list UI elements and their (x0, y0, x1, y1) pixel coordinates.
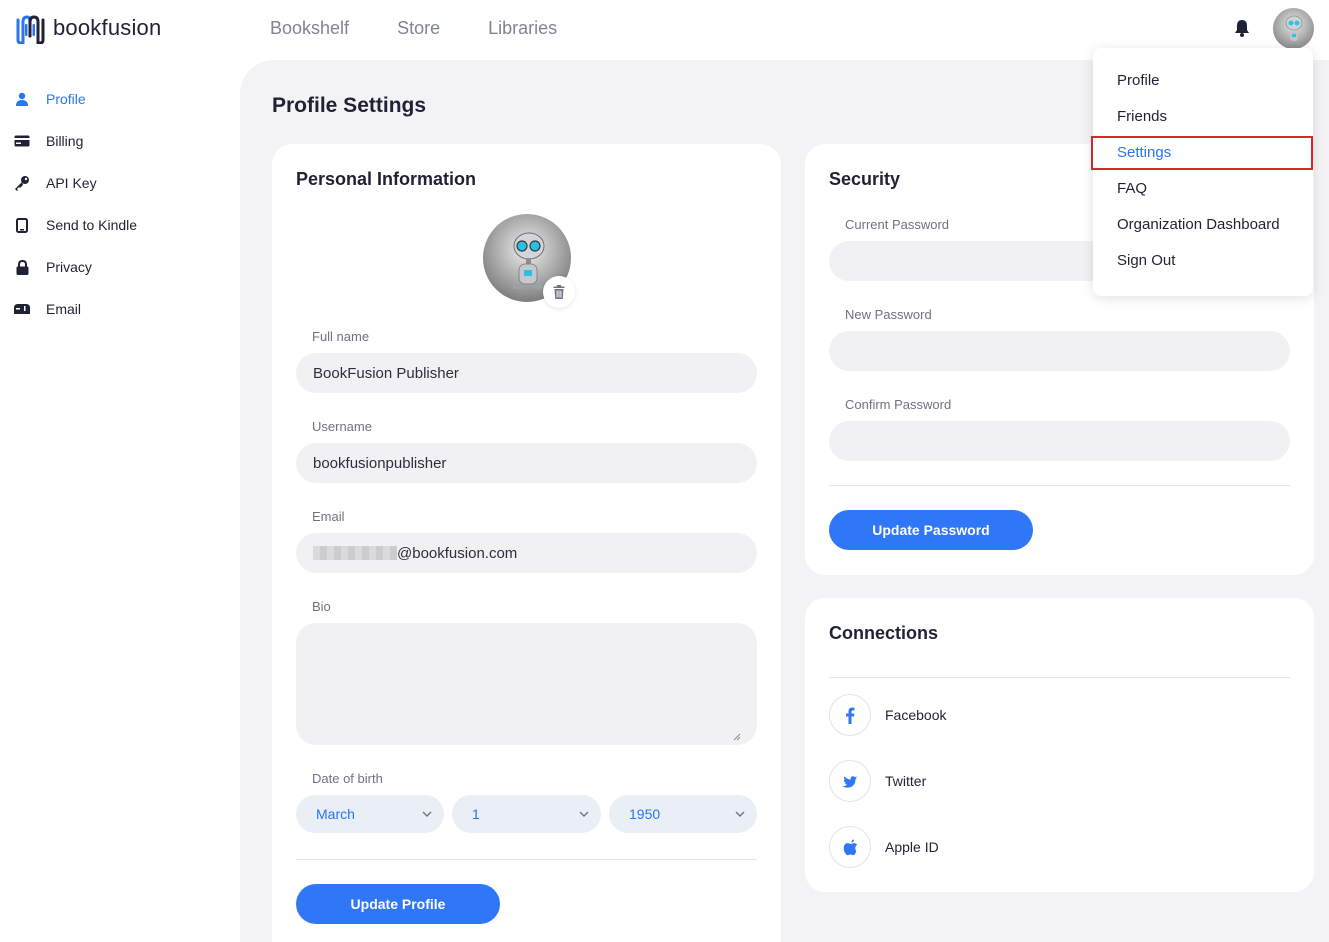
connection-facebook[interactable]: Facebook (829, 694, 946, 736)
nav-bookshelf[interactable]: Bookshelf (270, 18, 349, 39)
bio-textarea[interactable] (296, 623, 757, 745)
mailbox-icon (14, 301, 30, 317)
dob-month-value: March (316, 806, 355, 822)
settings-highlight-box (1091, 136, 1313, 170)
confirm-password-label: Confirm Password (845, 397, 952, 412)
personal-information-card: Personal Information Full name BookFusio… (272, 144, 781, 942)
connection-apple-id[interactable]: Apple ID (829, 826, 939, 868)
connection-label: Twitter (885, 773, 927, 789)
email-redacted-block (313, 546, 397, 560)
tablet-icon (14, 217, 30, 233)
dob-month-select[interactable]: March (296, 795, 444, 833)
divider (829, 485, 1290, 486)
sidebar-item-send-to-kindle[interactable]: Send to Kindle (14, 204, 224, 246)
email-value: @bookfusion.com (397, 544, 518, 562)
sidebar-item-email[interactable]: Email (14, 288, 224, 330)
sidebar-item-label: Privacy (46, 259, 92, 275)
sidebar-item-label: Email (46, 301, 82, 317)
dob-day-select[interactable]: 1 (452, 795, 601, 833)
trash-icon (553, 285, 565, 299)
chevron-down-icon (579, 811, 589, 817)
current-password-label: Current Password (845, 217, 950, 232)
credit-card-icon (14, 133, 30, 149)
top-navigation: Bookshelf Store Libraries (270, 18, 557, 39)
chevron-down-icon (422, 811, 432, 817)
card-title: Connections (829, 623, 939, 643)
full-name-value: BookFusion Publisher (313, 364, 459, 382)
card-title: Personal Information (296, 169, 477, 189)
resize-handle-icon[interactable] (733, 733, 741, 741)
dob-year-select[interactable]: 1950 (609, 795, 757, 833)
sidebar-item-label: API Key (46, 175, 97, 191)
menu-item-organization-dashboard[interactable]: Organization Dashboard (1117, 216, 1280, 233)
connection-label: Facebook (885, 707, 947, 723)
email-input[interactable]: @bookfusion.com (296, 533, 757, 573)
update-profile-button[interactable]: Update Profile (296, 884, 500, 924)
update-password-button[interactable]: Update Password (829, 510, 1033, 550)
date-of-birth-label: Date of birth (312, 771, 383, 786)
connection-twitter[interactable]: Twitter (829, 760, 926, 802)
sidebar-item-privacy[interactable]: Privacy (14, 246, 224, 288)
notifications-bell-icon[interactable] (1232, 18, 1252, 38)
divider (829, 677, 1290, 678)
full-name-input[interactable]: BookFusion Publisher (296, 353, 757, 393)
user-avatar-menu-toggle[interactable] (1273, 8, 1314, 49)
apple-icon (829, 826, 871, 868)
dob-day-value: 1 (472, 806, 480, 822)
username-value: bookfusionpublisher (313, 454, 447, 472)
username-label: Username (312, 419, 372, 434)
sidebar-item-api-key[interactable]: API Key (14, 162, 224, 204)
new-password-input[interactable] (829, 331, 1290, 371)
connections-card: Connections Facebook Twitter Apple ID (805, 598, 1314, 892)
page-title: Profile Settings (272, 94, 427, 117)
menu-item-faq[interactable]: FAQ (1117, 180, 1147, 197)
sidebar-item-billing[interactable]: Billing (14, 120, 224, 162)
sidebar-item-profile[interactable]: Profile (14, 78, 224, 120)
bio-label: Bio (312, 599, 331, 614)
email-label: Email (312, 509, 345, 524)
profile-avatar[interactable] (483, 214, 575, 308)
nav-store[interactable]: Store (397, 18, 440, 39)
lock-icon (14, 259, 30, 275)
user-menu-dropdown: Profile Friends Settings FAQ Organizatio… (1091, 48, 1313, 296)
settings-sidebar: Profile Billing API Key Send to Kindle P… (14, 78, 224, 330)
facebook-icon (829, 694, 871, 736)
sidebar-item-label: Send to Kindle (46, 217, 138, 233)
dob-year-value: 1950 (629, 806, 661, 822)
bookfusion-logo[interactable]: bookfusion (15, 12, 161, 44)
twitter-icon (829, 760, 871, 802)
chevron-down-icon (735, 811, 745, 817)
username-input[interactable]: bookfusionpublisher (296, 443, 757, 483)
logo-text: bookfusion (53, 15, 162, 40)
full-name-label: Full name (312, 329, 370, 344)
nav-libraries[interactable]: Libraries (488, 18, 557, 39)
divider (296, 859, 757, 860)
bookfusion-logo-icon (16, 15, 45, 44)
menu-item-profile[interactable]: Profile (1117, 72, 1160, 89)
sidebar-item-label: Profile (46, 91, 86, 107)
menu-item-friends[interactable]: Friends (1117, 108, 1167, 125)
key-icon (14, 175, 30, 191)
new-password-label: New Password (845, 307, 932, 322)
user-icon (14, 91, 30, 107)
card-title: Security (829, 169, 901, 189)
menu-item-sign-out[interactable]: Sign Out (1117, 252, 1175, 269)
sidebar-item-label: Billing (46, 133, 84, 149)
remove-avatar-button[interactable] (543, 276, 575, 308)
connection-label: Apple ID (885, 839, 939, 855)
confirm-password-input[interactable] (829, 421, 1290, 461)
